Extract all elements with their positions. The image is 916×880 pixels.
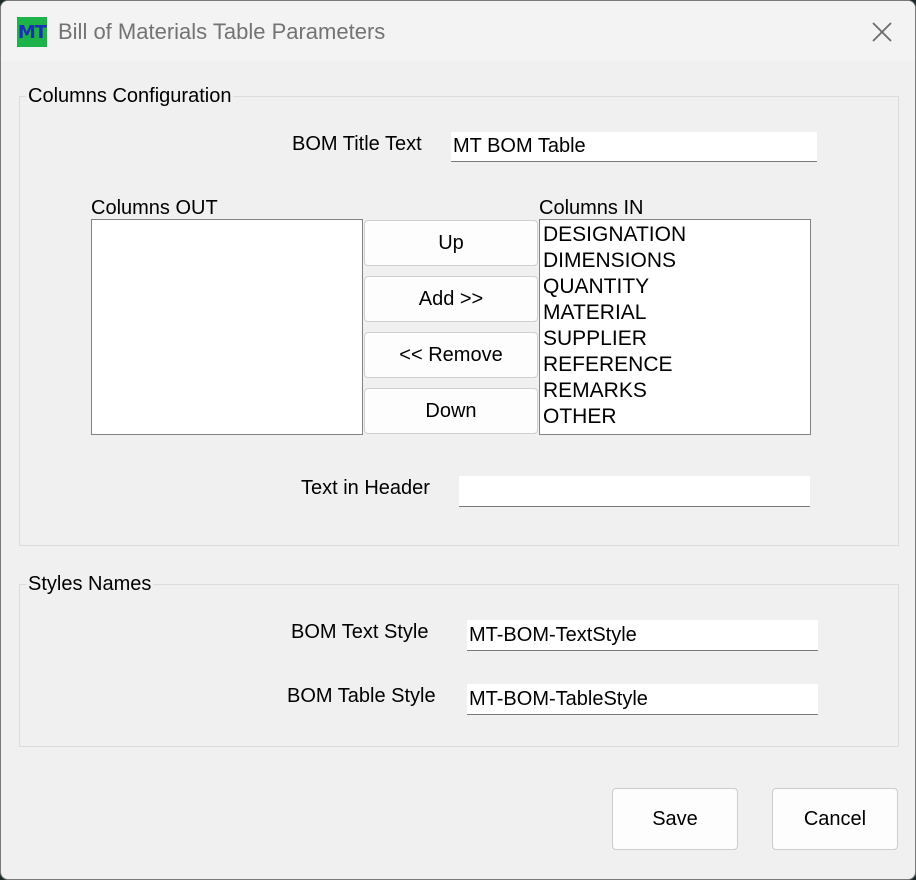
- cancel-button[interactable]: Cancel: [772, 788, 898, 850]
- text-in-header-label: Text in Header: [301, 477, 430, 499]
- dialog-window: MT Bill of Materials Table Parameters Co…: [0, 0, 916, 880]
- add-button[interactable]: Add >>: [364, 276, 538, 322]
- remove-button[interactable]: << Remove: [364, 332, 538, 378]
- down-button[interactable]: Down: [364, 388, 538, 434]
- styles-names-group: [19, 584, 899, 747]
- columns-out-list[interactable]: [91, 219, 363, 435]
- window-title: Bill of Materials Table Parameters: [58, 19, 386, 44]
- list-item[interactable]: REMARKS: [540, 378, 810, 404]
- bom-table-style-label: BOM Table Style: [287, 685, 436, 707]
- columns-configuration-legend: Columns Configuration: [26, 85, 234, 108]
- bom-title-label: BOM Title Text: [292, 133, 422, 155]
- app-icon: MT: [17, 17, 47, 47]
- columns-out-label: Columns OUT: [91, 197, 218, 219]
- styles-names-legend: Styles Names: [26, 573, 154, 596]
- bom-table-style-input[interactable]: [467, 684, 818, 715]
- list-item[interactable]: MATERIAL: [540, 300, 810, 326]
- bom-text-style-label: BOM Text Style: [291, 621, 429, 643]
- list-item[interactable]: QUANTITY: [540, 274, 810, 300]
- bom-title-input[interactable]: [451, 132, 817, 162]
- columns-in-label: Columns IN: [539, 197, 644, 219]
- list-item[interactable]: OTHER: [540, 404, 810, 430]
- list-item[interactable]: DESIGNATION: [540, 222, 810, 248]
- save-button[interactable]: Save: [612, 788, 738, 850]
- close-icon: [872, 22, 892, 42]
- title-bar: MT Bill of Materials Table Parameters: [1, 1, 915, 61]
- list-item[interactable]: SUPPLIER: [540, 326, 810, 352]
- bom-text-style-input[interactable]: [467, 620, 818, 651]
- up-button[interactable]: Up: [364, 220, 538, 266]
- list-item[interactable]: REFERENCE: [540, 352, 810, 378]
- text-in-header-input[interactable]: [459, 476, 810, 507]
- columns-in-list[interactable]: DESIGNATION DIMENSIONS QUANTITY MATERIAL…: [539, 219, 811, 435]
- list-item[interactable]: DIMENSIONS: [540, 248, 810, 274]
- close-button[interactable]: [867, 17, 897, 47]
